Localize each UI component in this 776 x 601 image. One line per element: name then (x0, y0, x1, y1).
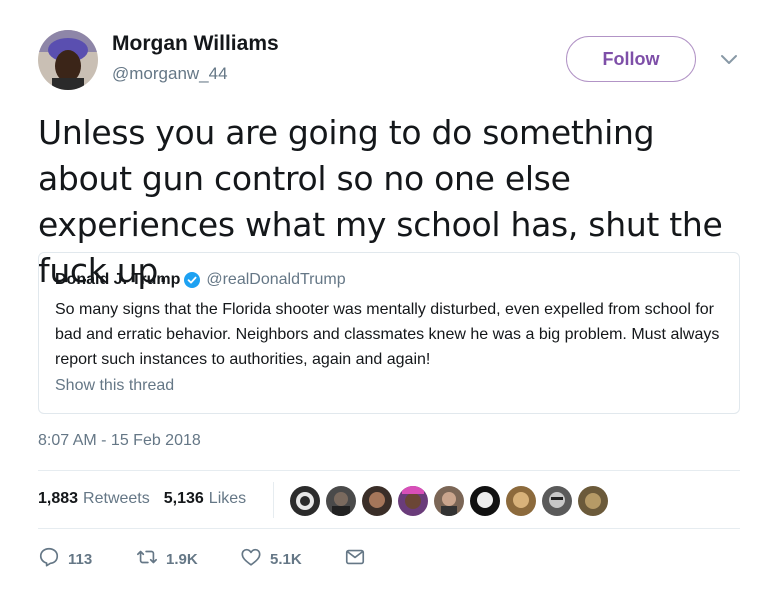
divider (273, 482, 274, 518)
retweets-count[interactable]: 1,883 (38, 490, 78, 508)
author-avatar[interactable] (38, 30, 98, 90)
direct-message-button[interactable] (344, 546, 374, 572)
liker-avatar[interactable] (326, 486, 356, 516)
engagement-stats: 1,883 Retweets 5,136 Likes (38, 490, 246, 508)
liker-avatar[interactable] (290, 486, 320, 516)
tweet-timestamp[interactable]: 8:07 AM - 15 Feb 2018 (38, 432, 201, 450)
likes-count[interactable]: 5,136 (164, 490, 204, 508)
retweet-button[interactable]: 1.9K (136, 546, 240, 572)
likers-avatars (290, 486, 614, 516)
retweet-icon (136, 546, 166, 572)
quoted-tweet[interactable]: Donald J. Trump @realDonaldTrump So many… (38, 252, 740, 414)
reply-count: 113 (68, 550, 93, 568)
reply-button[interactable]: 113 (38, 546, 136, 572)
liker-avatar[interactable] (398, 486, 428, 516)
envelope-icon (344, 546, 374, 572)
divider (38, 470, 740, 471)
show-thread-link[interactable]: Show this thread (55, 377, 723, 395)
liker-avatar[interactable] (542, 486, 572, 516)
heart-icon (240, 546, 270, 572)
likes-label[interactable]: Likes (209, 490, 246, 508)
retweet-count: 1.9K (166, 550, 198, 568)
reply-icon (38, 546, 68, 572)
quoted-author-name: Donald J. Trump (55, 271, 181, 288)
verified-badge-icon (184, 272, 201, 288)
liker-avatar[interactable] (470, 486, 500, 516)
author-name[interactable]: Morgan Williams (112, 32, 279, 56)
follow-button[interactable]: Follow (566, 36, 696, 82)
liker-avatar[interactable] (434, 486, 464, 516)
chevron-down-icon[interactable] (720, 53, 738, 65)
divider (38, 528, 740, 529)
liker-avatar[interactable] (506, 486, 536, 516)
action-bar: 113 1.9K 5.1K (38, 546, 374, 572)
like-button[interactable]: 5.1K (240, 546, 344, 572)
liker-avatar[interactable] (362, 486, 392, 516)
author-handle[interactable]: @morganw_44 (112, 64, 228, 84)
liker-avatar[interactable] (578, 486, 608, 516)
retweets-label[interactable]: Retweets (83, 490, 150, 508)
quoted-tweet-text: So many signs that the Florida shooter w… (55, 301, 720, 368)
like-count: 5.1K (270, 550, 302, 568)
quoted-author-handle: @realDonaldTrump (206, 271, 346, 288)
